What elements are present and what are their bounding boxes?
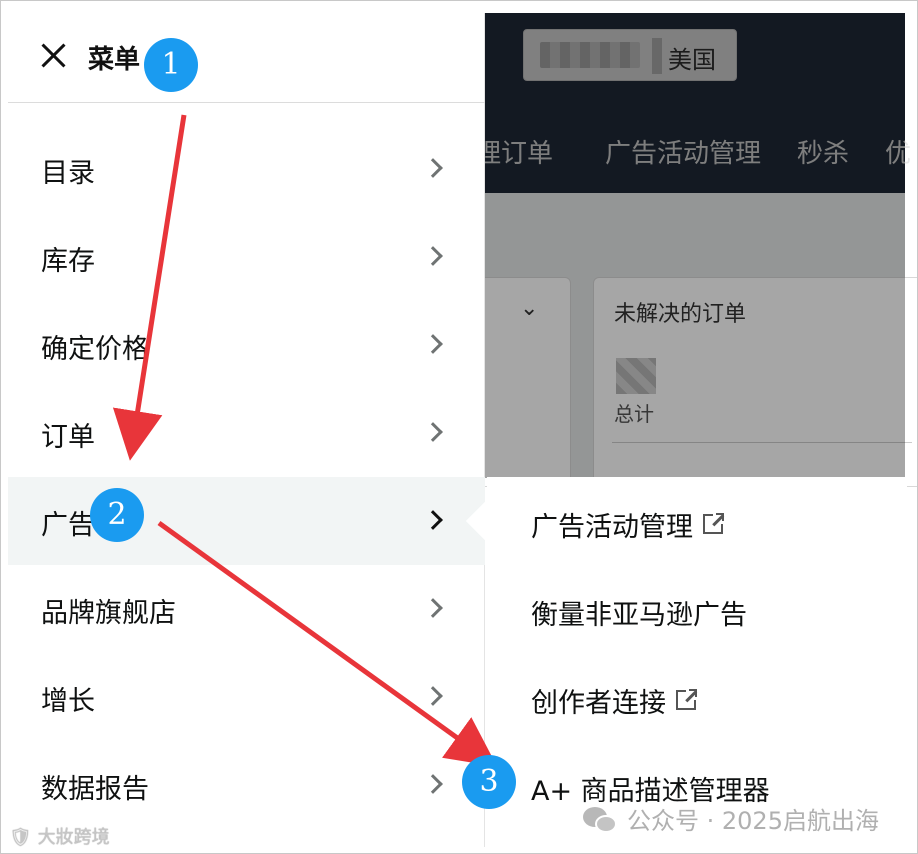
close-icon[interactable] xyxy=(40,41,68,69)
step-badge-1: 1 xyxy=(144,38,198,92)
watermark-left: 🛡 大妝跨境 xyxy=(9,827,110,848)
menu-item-growth[interactable]: 增长 xyxy=(8,653,485,741)
chevron-right-icon xyxy=(423,158,443,178)
submenu-item-campaign-manager[interactable]: 广告活动管理 xyxy=(531,505,725,544)
menu-item-brand-store[interactable]: 品牌旗舰店 xyxy=(8,565,485,653)
modal-backdrop-top xyxy=(485,13,905,193)
menu-item-label: 广告 xyxy=(41,510,95,541)
external-link-icon xyxy=(676,688,698,710)
menu-header: 菜单 xyxy=(8,13,485,103)
side-menu: 菜单 目录 库存 确定价格 订单 广告 品牌旗舰店 增长 数据报告 xyxy=(8,13,485,847)
chevron-right-icon xyxy=(423,686,443,706)
menu-item-inventory[interactable]: 库存 xyxy=(8,213,485,301)
submenu-item-non-amazon-ads[interactable]: 衡量非亚马逊广告 xyxy=(531,593,747,632)
menu-item-label: 订单 xyxy=(41,422,95,453)
menu-item-label: 库存 xyxy=(41,246,95,277)
step-badge-3: 3 xyxy=(462,755,516,809)
menu-item-label: 确定价格 xyxy=(41,334,149,365)
submenu-item-label: 衡量非亚马逊广告 xyxy=(531,600,747,631)
menu-item-reports[interactable]: 数据报告 xyxy=(8,741,485,829)
chevron-right-icon xyxy=(423,774,443,794)
menu-item-orders[interactable]: 订单 xyxy=(8,389,485,477)
screenshot-frame: 美国 管理订单 广告活动管理 秒杀 优 ⌄ 未解决的订单 总计 菜单 目录 库存… xyxy=(0,0,918,854)
menu-item-label: 目录 xyxy=(41,158,95,189)
watermark-left-text: 大妝跨境 xyxy=(37,827,110,848)
menu-item-label: 数据报告 xyxy=(41,774,149,805)
watermark-right: 公众号 · 2025启航出海 xyxy=(583,801,879,836)
chevron-right-icon xyxy=(423,510,443,530)
wechat-icon xyxy=(583,807,619,835)
menu-item-label: 品牌旗舰店 xyxy=(41,598,176,629)
submenu-item-label: 创作者连接 xyxy=(531,688,666,719)
submenu-item-label: 广告活动管理 xyxy=(531,512,693,543)
menu-item-catalog[interactable]: 目录 xyxy=(8,125,485,213)
chevron-right-icon xyxy=(423,598,443,618)
chevron-right-icon xyxy=(423,422,443,442)
modal-backdrop-content xyxy=(485,193,905,478)
menu-item-advertising[interactable]: 广告 xyxy=(8,477,485,565)
step-badge-2: 2 xyxy=(90,488,144,542)
watermark-right-text: 公众号 · 2025启航出海 xyxy=(627,807,879,835)
chevron-right-icon xyxy=(423,246,443,266)
external-link-icon xyxy=(703,512,725,534)
menu-title: 菜单 xyxy=(88,45,141,75)
submenu-item-creator-connections[interactable]: 创作者连接 xyxy=(531,681,698,720)
chevron-right-icon xyxy=(423,334,443,354)
menu-item-label: 增长 xyxy=(41,686,95,717)
menu-item-pricing[interactable]: 确定价格 xyxy=(8,301,485,389)
